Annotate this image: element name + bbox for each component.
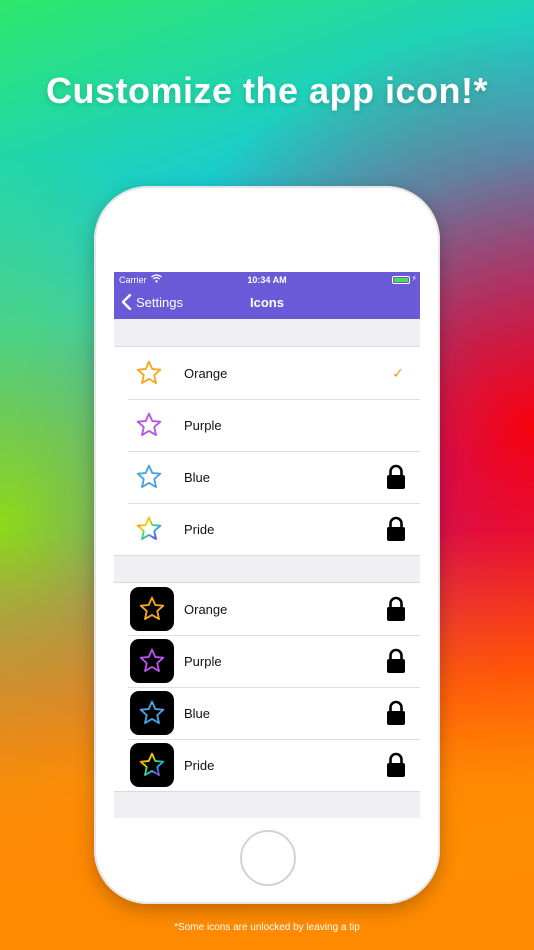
icon-option-label: Orange bbox=[184, 601, 228, 617]
icon-option-pride-dark[interactable]: Pride bbox=[114, 739, 420, 791]
icon-preview bbox=[114, 359, 184, 387]
status-bar: Carrier 10:34 AM ⚡ bbox=[114, 272, 420, 288]
star-icon bbox=[136, 412, 162, 436]
star-icon bbox=[139, 752, 165, 776]
icon-option-label: Pride bbox=[184, 521, 215, 537]
icon-option-label: Blue bbox=[184, 469, 211, 485]
navigation-bar: Carrier 10:34 AM ⚡ Settings Icons bbox=[114, 272, 420, 319]
star-icon bbox=[136, 516, 162, 540]
icon-preview bbox=[114, 411, 184, 439]
icon-option-orange[interactable]: Orange ✓ bbox=[114, 347, 420, 399]
icon-option-blue[interactable]: Blue bbox=[114, 451, 420, 503]
icon-option-orange-dark[interactable]: Orange bbox=[114, 583, 420, 635]
icon-list-outline: Orange ✓ Purple Blue Pride bbox=[114, 346, 420, 556]
battery-icon bbox=[392, 276, 410, 284]
footnote: *Some icons are unlocked by leaving a ti… bbox=[174, 922, 360, 933]
home-button[interactable] bbox=[240, 830, 296, 886]
icon-option-label: Purple bbox=[184, 417, 222, 433]
icon-option-label: Blue bbox=[184, 705, 211, 721]
icon-option-label: Pride bbox=[184, 757, 215, 773]
icon-option-purple-dark[interactable]: Purple bbox=[114, 635, 420, 687]
lock-icon bbox=[387, 648, 405, 673]
star-icon bbox=[136, 464, 162, 488]
page-title: Icons bbox=[250, 295, 284, 310]
star-icon bbox=[139, 648, 165, 672]
lock-icon bbox=[387, 464, 405, 489]
icon-option-label: Orange bbox=[184, 365, 228, 381]
lock-icon bbox=[387, 596, 405, 621]
icon-preview bbox=[114, 463, 184, 491]
star-icon bbox=[136, 360, 162, 384]
icon-option-pride[interactable]: Pride bbox=[114, 503, 420, 555]
lock-icon bbox=[387, 516, 405, 541]
status-time: 10:34 AM bbox=[247, 275, 287, 285]
icon-option-purple[interactable]: Purple bbox=[114, 399, 420, 451]
icon-option-blue-dark[interactable]: Blue bbox=[114, 687, 420, 739]
lock-icon bbox=[387, 700, 405, 725]
charging-bolt-icon: ⚡ bbox=[411, 274, 417, 283]
star-icon bbox=[139, 700, 165, 724]
star-icon bbox=[139, 596, 165, 620]
icon-list-dark: Orange Purple Blue Pride bbox=[114, 582, 420, 792]
app-icon-preview bbox=[130, 587, 174, 631]
icon-option-label: Purple bbox=[184, 653, 222, 669]
icon-preview bbox=[114, 515, 184, 543]
phone-screen: Carrier 10:34 AM ⚡ Settings Icons Orange… bbox=[114, 272, 420, 818]
headline: Customize the app icon!* bbox=[45, 70, 489, 111]
checkmark-icon: ✓ bbox=[392, 364, 404, 381]
app-icon-preview bbox=[130, 639, 174, 683]
lock-icon bbox=[387, 752, 405, 777]
app-icon-preview bbox=[130, 691, 174, 735]
app-icon-preview bbox=[130, 743, 174, 787]
